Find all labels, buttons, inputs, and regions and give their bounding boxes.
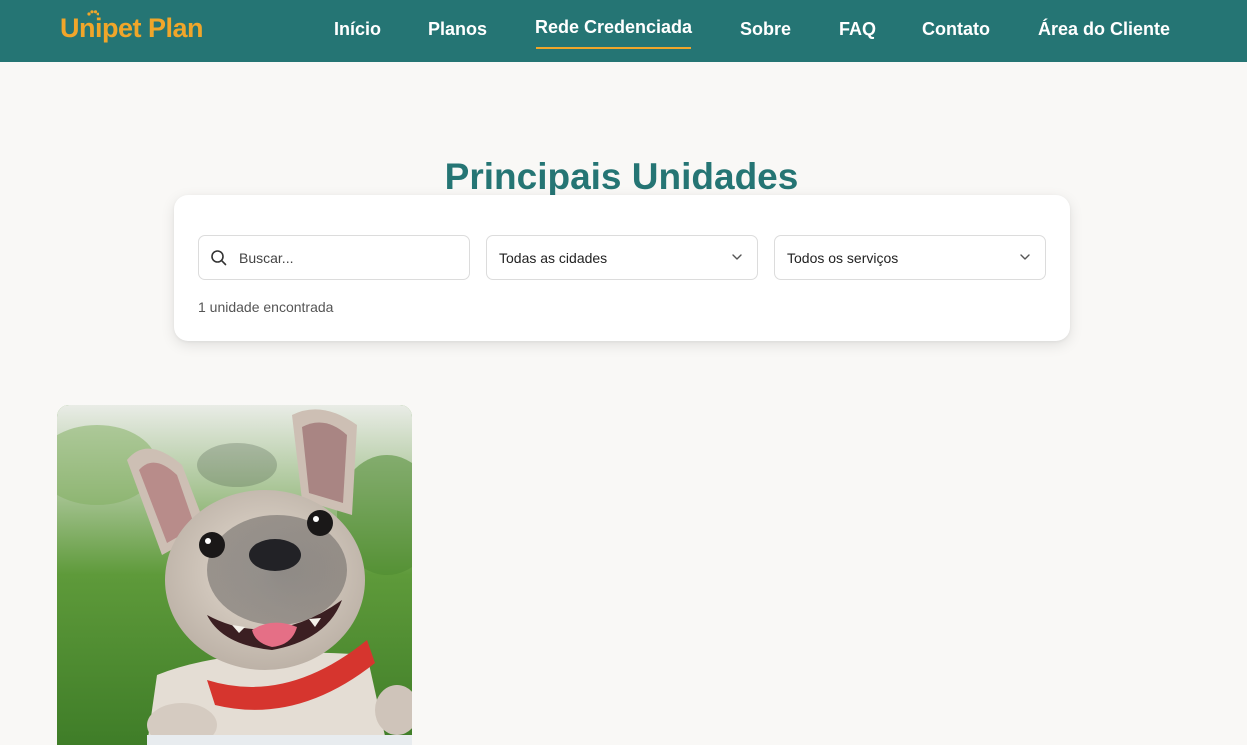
active-nav-indicator bbox=[536, 47, 691, 49]
search-field[interactable] bbox=[198, 235, 470, 280]
nav-inicio[interactable]: Início bbox=[334, 18, 381, 40]
search-icon bbox=[211, 250, 227, 266]
nav-contato[interactable]: Contato bbox=[922, 18, 990, 40]
service-select[interactable]: Todos os serviços bbox=[774, 235, 1046, 280]
nav-rede-credenciada[interactable]: Rede Credenciada bbox=[535, 16, 692, 38]
filter-panel: Todas as cidades Todos os serviços 1 uni… bbox=[174, 195, 1070, 341]
unit-card-image[interactable] bbox=[57, 405, 412, 745]
city-select-value: Todas as cidades bbox=[499, 250, 608, 266]
city-select[interactable]: Todas as cidades bbox=[486, 235, 758, 280]
search-input[interactable] bbox=[239, 236, 464, 279]
page-title: Principais Unidades bbox=[444, 155, 799, 197]
service-select-value: Todos os serviços bbox=[787, 250, 899, 266]
top-navigation-bar: Unipet Plan Início Planos Rede Credencia… bbox=[0, 0, 1247, 62]
nav-sobre[interactable]: Sobre bbox=[740, 18, 791, 40]
main-nav: Início Planos Rede Credenciada Sobre FAQ… bbox=[0, 0, 1247, 62]
nav-area-do-cliente[interactable]: Área do Cliente bbox=[1038, 18, 1170, 40]
nav-faq[interactable]: FAQ bbox=[839, 18, 876, 40]
result-count: 1 unidade encontrada bbox=[198, 299, 334, 315]
nav-planos[interactable]: Planos bbox=[428, 18, 487, 40]
french-bulldog-photo bbox=[57, 405, 412, 745]
chevron-down-icon bbox=[732, 254, 742, 260]
chevron-down-icon bbox=[1020, 254, 1030, 260]
